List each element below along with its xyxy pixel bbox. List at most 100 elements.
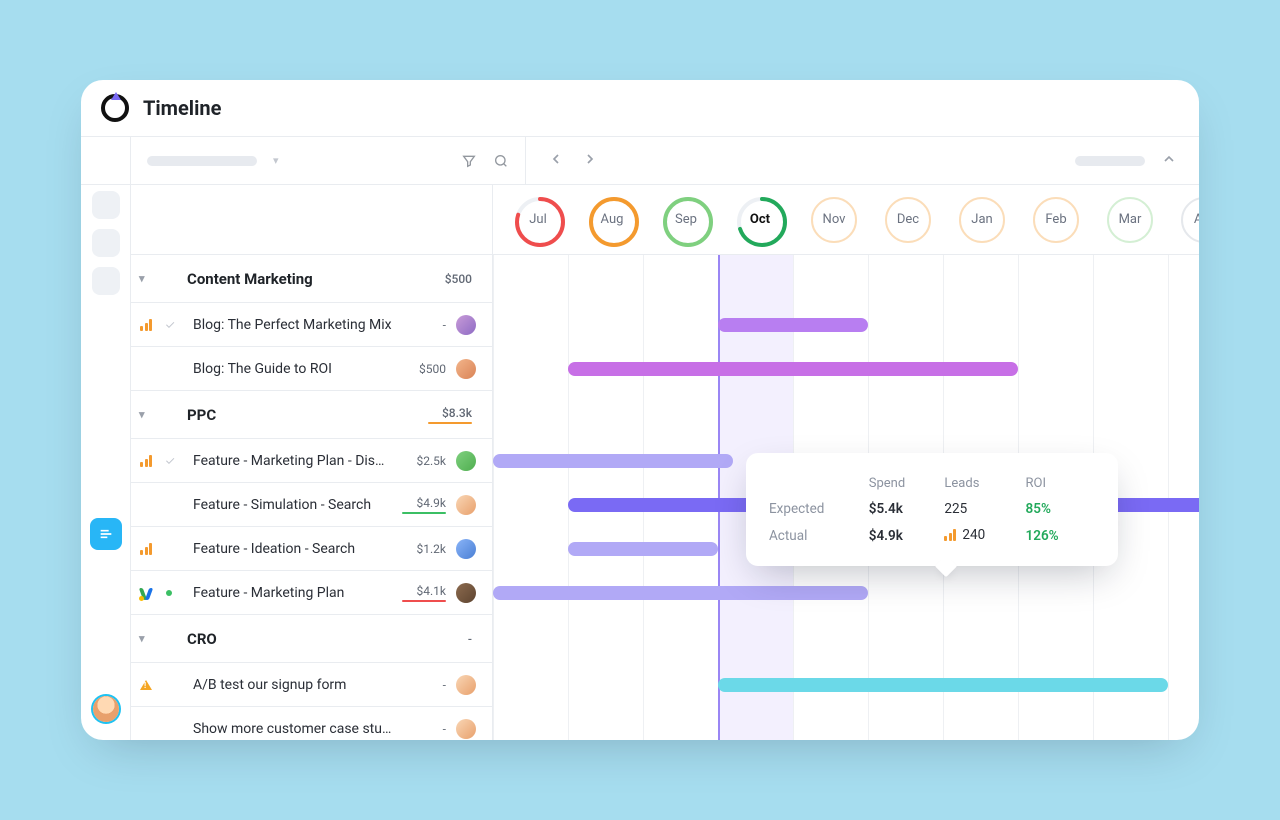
task-list-pane: ▾ Content Marketing $500 ✓ Blog: The Perfect… [131,185,493,740]
months-header: Jul Aug Sep Oct Nov Dec Jan Feb Mar Apr [493,185,1199,255]
month-label: Feb [1045,212,1066,227]
group-header[interactable]: ▾ Content Marketing $500 [131,255,492,303]
tooltip-spend: $5.4k [868,500,944,518]
group-amount: $500 [445,272,472,286]
task-row[interactable]: Feature - Marketing Plan $4.1k [131,571,492,615]
task-amount: - [402,318,446,332]
task-list-header [131,185,492,255]
task-name: A/B test our signup form [187,677,392,693]
task-name: Feature - Ideation - Search [187,541,392,557]
chevron-down-icon[interactable]: ▾ [139,632,157,645]
assignee-avatar[interactable] [456,315,476,335]
rail-item[interactable] [92,191,120,219]
tooltip-spend: $4.9k [868,526,944,546]
month-mar[interactable]: Mar [1107,197,1153,243]
month-nov[interactable]: Nov [811,197,857,243]
toolbar-right [526,151,1199,171]
rail-item[interactable] [92,267,120,295]
group-amount: $8.3k [442,406,472,420]
task-amount: - [402,722,446,736]
tooltip-col-blank [768,475,868,492]
adwords-icon [139,586,153,600]
body: ▾ Content Marketing $500 ✓ Blog: The Perfect… [81,185,1199,740]
month-oct[interactable]: Oct [737,197,783,243]
check-icon: ✓ [163,453,177,468]
task-name: Feature - Simulation - Search [187,497,392,513]
analytics-icon [140,543,152,555]
task-row[interactable]: ✓Feature - Marketing Plan - Display$2.5k [131,439,492,483]
rail-header [81,137,131,184]
task-amount: $4.9k [402,496,446,510]
month-label: Apr [1194,212,1199,227]
assignee-avatar[interactable] [456,539,476,559]
month-apr[interactable]: Apr [1181,197,1199,243]
breadcrumb-placeholder [147,156,257,166]
tooltip-roi: 126% [1025,526,1096,546]
next-period-icon[interactable] [582,151,598,170]
task-amount: $2.5k [402,454,446,468]
tooltip-leads-value: 240 [962,527,985,543]
collapse-icon[interactable] [1161,151,1177,171]
gantt-bar[interactable] [568,362,1018,376]
month-label: Dec [897,212,919,227]
current-user-avatar[interactable] [93,696,119,722]
task-name: Show more customer case studies [187,721,392,737]
gantt-bar[interactable] [493,454,733,468]
group-amount: - [468,632,472,646]
task-row[interactable]: Blog: The Guide to ROI $500 [131,347,492,391]
task-row[interactable]: Feature - Simulation - Search $4.9k [131,483,492,527]
group-name: Content Marketing [187,270,428,288]
task-name: Blog: The Perfect Marketing Mix [187,317,392,333]
chevron-down-icon[interactable]: ▾ [273,154,279,167]
tooltip-leads: 225 [943,500,1024,518]
assignee-avatar[interactable] [456,495,476,515]
month-jul[interactable]: Jul [515,197,561,243]
timeline-pane[interactable]: Jul Aug Sep Oct Nov Dec Jan Feb Mar Apr Spend Lea… [493,185,1199,740]
toolbar: ▾ [81,137,1199,185]
bar-tooltip-card: Spend Leads ROI Expected $5.4k 225 85% A… [746,453,1118,566]
chevron-down-icon[interactable]: ▾ [139,272,157,285]
month-label: Mar [1119,212,1142,227]
analytics-icon [140,319,152,331]
month-aug[interactable]: Aug [589,197,635,243]
month-jan[interactable]: Jan [959,197,1005,243]
tooltip-col-spend: Spend [868,475,944,492]
tooltip-row-label: Expected [768,500,868,518]
filter-icon[interactable] [461,153,477,169]
prev-period-icon[interactable] [548,151,564,170]
assignee-avatar[interactable] [456,583,476,603]
check-icon: ✓ [163,317,177,332]
task-amount: $500 [402,362,446,376]
rail-item-timeline[interactable] [90,518,122,550]
task-row[interactable]: ✓ Blog: The Perfect Marketing Mix- [131,303,492,347]
month-dec[interactable]: Dec [885,197,931,243]
gantt-bar[interactable] [718,318,868,332]
task-row[interactable]: Feature - Ideation - Search $1.2k [131,527,492,571]
assignee-avatar[interactable] [456,719,476,739]
task-name: Feature - Marketing Plan [187,585,392,601]
toolbar-left: ▾ [131,137,526,184]
task-row[interactable]: Show more customer case studies- [131,707,492,740]
group-header[interactable]: ▾ CRO - [131,615,492,663]
search-icon[interactable] [493,153,509,169]
month-sep[interactable]: Sep [663,197,709,243]
group-name: PPC [187,406,428,424]
task-name: Blog: The Guide to ROI [187,361,392,377]
task-row[interactable]: A/B test our signup form- [131,663,492,707]
task-amount: $1.2k [402,542,446,556]
gantt-bar[interactable] [718,678,1168,692]
gantt-bar[interactable] [568,542,718,556]
tooltip-leads: 240 [943,526,1024,546]
task-amount: $4.1k [402,584,446,598]
chevron-down-icon[interactable]: ▾ [139,408,157,421]
group-header[interactable]: ▾ PPC $8.3k [131,391,492,439]
rail-item[interactable] [92,229,120,257]
month-label: Nov [823,212,846,227]
assignee-avatar[interactable] [456,451,476,471]
task-amount: - [402,678,446,692]
gantt-bar[interactable] [493,586,868,600]
assignee-avatar[interactable] [456,675,476,695]
assignee-avatar[interactable] [456,359,476,379]
group-name: CRO [187,630,428,648]
month-feb[interactable]: Feb [1033,197,1079,243]
